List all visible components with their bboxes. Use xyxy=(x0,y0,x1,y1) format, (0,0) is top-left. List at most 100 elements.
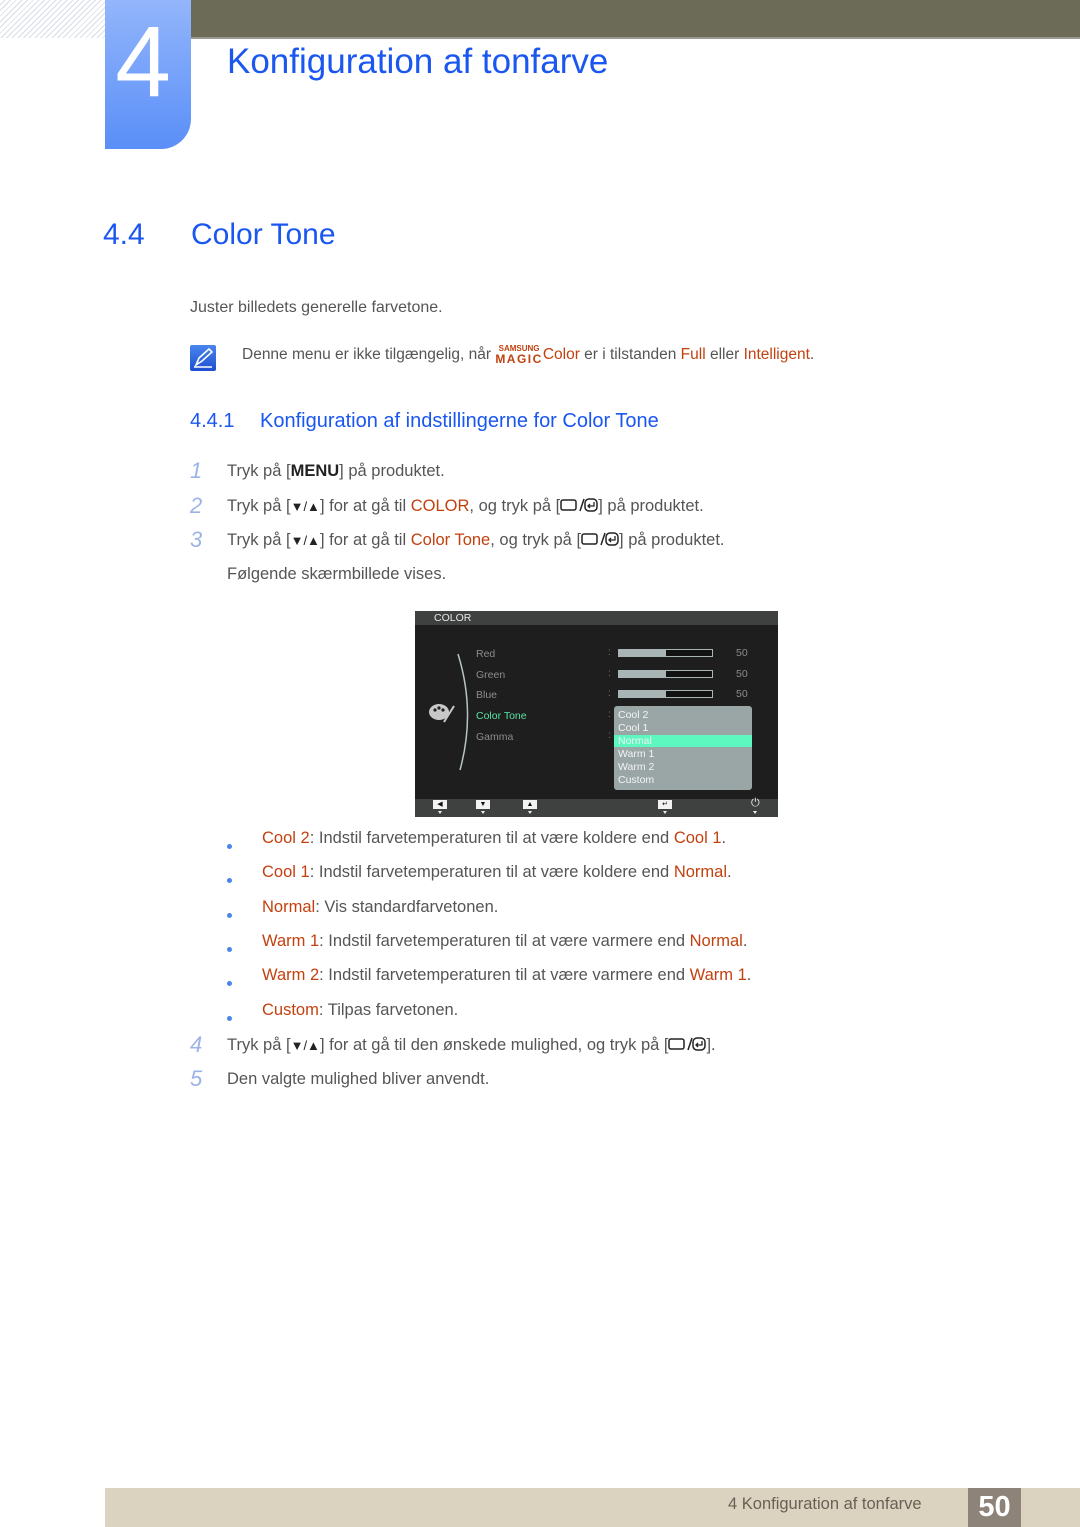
step-text: Følgende skærmbillede vises. xyxy=(227,565,447,583)
note-text-part: . xyxy=(809,346,815,363)
step-text: ] på produktet. xyxy=(619,531,725,549)
osd-value-red: 50 xyxy=(736,647,748,659)
down-up-arrows-icon: ▼/▲ xyxy=(290,499,320,514)
color-palette-icon xyxy=(429,704,455,723)
subsection-title: Konfiguration af indstillingerne for Col… xyxy=(260,410,659,432)
osd-item-blue[interactable]: Blue xyxy=(476,689,497,701)
step-highlight: COLOR xyxy=(410,497,470,515)
osd-header: COLOR xyxy=(415,611,778,625)
subsection-number: 4.4.1 xyxy=(190,410,235,432)
osd-slider-red[interactable] xyxy=(618,649,713,657)
bullet-warm-1: Warm 1: Indstil farvetemperaturen til at… xyxy=(262,932,747,951)
osd-slider-blue[interactable] xyxy=(618,690,713,698)
bullet-text: . xyxy=(721,829,727,847)
slider-fill xyxy=(619,691,666,697)
down-up-arrows-icon: ▼/▲ xyxy=(290,533,320,548)
option-custom[interactable]: Custom xyxy=(614,774,752,786)
section-intro: Juster billedets generelle farvetone. xyxy=(190,299,443,316)
enter-button-icon[interactable]: ↵ xyxy=(658,800,672,809)
subsection-heading: 4.4.1 Konfiguration af indstillingerne fo… xyxy=(190,410,659,433)
slider-fill xyxy=(619,650,666,656)
bullet-term: Warm 1 xyxy=(262,932,320,950)
brand-color-word: Color xyxy=(542,346,580,363)
step-text: , og tryk på [ xyxy=(490,531,582,549)
bullet-icon xyxy=(227,947,232,952)
source-enter-button-icon xyxy=(560,498,598,512)
osd-value-blue: 50 xyxy=(736,688,748,700)
note-option-full: Full xyxy=(680,346,706,363)
step-text: ]. xyxy=(706,1036,716,1054)
section-title: Color Tone xyxy=(191,218,336,251)
step-number: 1 xyxy=(190,458,203,483)
source-enter-button-icon xyxy=(668,1037,707,1051)
bullet-text: . xyxy=(727,863,732,881)
option-warm-1[interactable]: Warm 1 xyxy=(614,748,752,760)
osd-colon: : xyxy=(608,668,611,679)
osd-item-green[interactable]: Green xyxy=(476,669,505,681)
source-enter-button-icon xyxy=(581,532,619,546)
bullet-custom: Custom: Tilpas farvetonen. xyxy=(262,1001,458,1020)
osd-value-green: 50 xyxy=(736,668,748,680)
bullet-ref: Warm 1 xyxy=(689,966,747,984)
footer-chapter-label: 4 Konfiguration af tonfarve xyxy=(728,1495,922,1513)
bullet-cool-2: Cool 2: Indstil farvetemperaturen til at… xyxy=(262,829,726,848)
up-arrow-button-icon[interactable]: ▲ xyxy=(523,800,537,809)
step-number: 4 xyxy=(190,1032,203,1057)
option-warm-2[interactable]: Warm 2 xyxy=(614,761,752,773)
osd-colon: : xyxy=(608,688,611,699)
bullet-icon xyxy=(227,878,232,883)
section-number: 4.4 xyxy=(103,218,145,251)
bullet-icon xyxy=(227,1016,232,1021)
step-text: Tryk på [ xyxy=(227,1036,291,1054)
osd-colon: : xyxy=(608,647,611,658)
note-text-part: er i tilstanden xyxy=(579,346,681,363)
button-indicator-icon xyxy=(528,811,532,814)
option-normal[interactable]: Normal xyxy=(614,735,752,747)
osd-item-color-tone[interactable]: Color Tone xyxy=(476,710,527,722)
osd-slider-green[interactable] xyxy=(618,670,713,678)
bullet-text: : Indstil farvetemperaturen til at være … xyxy=(319,932,690,950)
bullet-text: . xyxy=(742,932,748,950)
header-hatch-decoration xyxy=(0,0,106,38)
chapter-number: 4 xyxy=(115,6,171,118)
section-heading: 4.4 Color Tone xyxy=(103,218,336,252)
bullet-normal: Normal: Vis standardfarvetonen. xyxy=(262,898,498,917)
osd-title: COLOR xyxy=(434,612,472,624)
bullet-ref: Normal xyxy=(689,932,743,950)
bullet-term: Custom xyxy=(262,1001,319,1019)
osd-item-gamma[interactable]: Gamma xyxy=(476,731,513,743)
step-text: , og tryk på [ xyxy=(469,497,561,515)
bullet-text: : Tilpas farvetonen. xyxy=(318,1001,459,1019)
down-arrow-button-icon[interactable]: ▼ xyxy=(476,800,490,809)
note-text-part: eller xyxy=(705,346,744,363)
step-text: Tryk på [ xyxy=(227,462,291,480)
brand-bottom: MAGIC xyxy=(495,352,543,366)
bullet-term: Cool 1 xyxy=(262,863,310,881)
button-indicator-icon xyxy=(753,811,757,814)
bullet-term: Normal xyxy=(262,898,316,916)
samsung-magic-logo: SAMSUNG MAGIC xyxy=(495,345,543,366)
power-button-icon[interactable]: ⏻ xyxy=(751,797,760,810)
bullet-warm-2: Warm 2: Indstil farvetemperaturen til at… xyxy=(262,966,751,985)
note-pencil-icon xyxy=(190,345,216,371)
bullet-ref: Normal xyxy=(673,863,727,881)
note-option-intelligent: Intelligent xyxy=(743,346,810,363)
chapter-number-badge: 4 xyxy=(105,0,191,149)
bullet-term: Cool 2 xyxy=(262,829,310,847)
osd-item-red[interactable]: Red xyxy=(476,648,495,660)
option-cool-1[interactable]: Cool 1 xyxy=(614,722,752,734)
chapter-title: Konfiguration af tonfarve xyxy=(227,42,609,81)
option-cool-2[interactable]: Cool 2 xyxy=(614,709,752,721)
slider-fill xyxy=(619,671,666,677)
osd-colon: : xyxy=(608,730,611,741)
button-indicator-icon xyxy=(481,811,485,814)
color-tone-dropdown[interactable]: Cool 2 Cool 1 Normal Warm 1 Warm 2 Custo… xyxy=(614,706,752,790)
step-number: 3 xyxy=(190,527,203,552)
step-text: ] for at gå til den ønskede mulighed, og… xyxy=(319,1036,669,1054)
left-arrow-button-icon[interactable]: ◀ xyxy=(433,800,447,809)
step-text: ] for at gå til xyxy=(319,497,411,515)
bullet-text: . xyxy=(746,966,752,984)
button-indicator-icon xyxy=(663,811,667,814)
note-text: Denne menu er ikke tilgængelig, når SAMS… xyxy=(242,345,815,366)
step-number: 5 xyxy=(190,1066,203,1091)
